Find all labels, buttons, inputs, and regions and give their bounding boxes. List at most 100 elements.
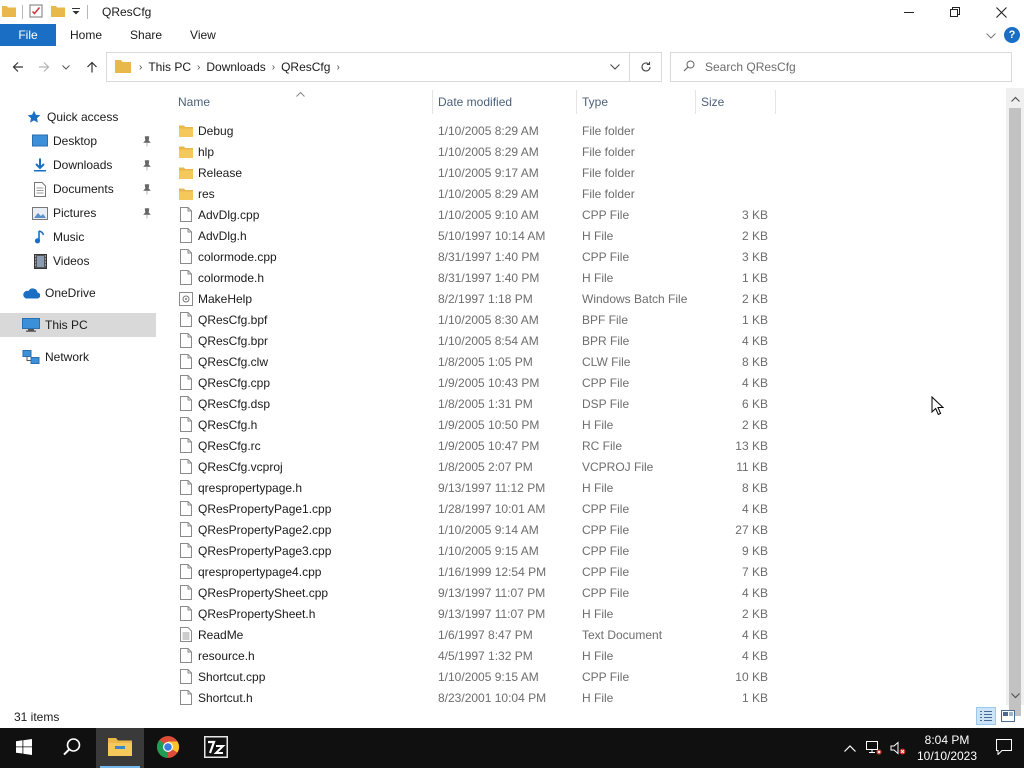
file-row[interactable]: QResCfg.rc 1/9/2005 10:47 PM RC File 13 KB bbox=[160, 435, 1006, 456]
pin-icon[interactable] bbox=[142, 159, 152, 171]
expand-ribbon-icon[interactable] bbox=[986, 28, 996, 42]
sidebar-item-onedrive[interactable]: OneDrive bbox=[0, 281, 156, 305]
scrollbar-thumb[interactable] bbox=[1009, 108, 1021, 716]
close-button[interactable] bbox=[978, 0, 1024, 24]
sidebar-item-this-pc[interactable]: This PC bbox=[0, 313, 156, 337]
7zip-taskbar-button[interactable] bbox=[192, 728, 240, 768]
sidebar-item-network[interactable]: Network bbox=[0, 345, 156, 369]
tab-file[interactable]: File bbox=[0, 24, 56, 46]
sidebar-item-videos[interactable]: Videos bbox=[0, 249, 156, 273]
recent-locations-button[interactable] bbox=[60, 55, 72, 79]
file-row[interactable]: MakeHelp 8/2/1997 1:18 PM Windows Batch Fi… bbox=[160, 288, 1006, 309]
folder-row[interactable]: hlp 1/10/2005 8:29 AM File folder bbox=[160, 141, 1006, 162]
scroll-down-button[interactable] bbox=[1006, 687, 1024, 705]
new-folder-icon[interactable] bbox=[51, 5, 65, 20]
notifications-button[interactable] bbox=[984, 728, 1024, 768]
file-size: 4 KB bbox=[741, 333, 768, 348]
file-row[interactable]: QResCfg.bpf 1/10/2005 8:30 AM BPF File 1 KB bbox=[160, 309, 1006, 330]
file-row[interactable]: QResCfg.h 1/9/2005 10:50 PM H File 2 KB bbox=[160, 414, 1006, 435]
minimize-button[interactable] bbox=[886, 0, 932, 24]
up-button[interactable] bbox=[82, 55, 102, 79]
file-date-modified: 8/23/2001 10:04 PM bbox=[438, 690, 547, 705]
start-button[interactable] bbox=[0, 728, 48, 768]
help-icon[interactable]: ? bbox=[1004, 27, 1020, 43]
file-row[interactable]: QResCfg.bpr 1/10/2005 8:54 AM BPR File 4 KB bbox=[160, 330, 1006, 351]
pin-icon[interactable] bbox=[142, 135, 152, 147]
file-row[interactable]: Shortcut.h 8/23/2001 10:04 PM H File 1 KB bbox=[160, 687, 1006, 705]
chevron-right-icon[interactable]: › bbox=[195, 62, 202, 73]
sidebar-item-documents[interactable]: Documents bbox=[0, 177, 156, 201]
folder-row[interactable]: Release 1/10/2005 9:17 AM File folder bbox=[160, 162, 1006, 183]
search-taskbar-button[interactable] bbox=[48, 728, 96, 768]
column-header-type[interactable]: Type bbox=[576, 88, 696, 116]
file-row[interactable]: QResPropertySheet.cpp 9/13/1997 11:07 PM C… bbox=[160, 582, 1006, 603]
clock[interactable]: 8:04 PM 10/10/2023 bbox=[910, 732, 984, 764]
file-row[interactable]: Shortcut.cpp 1/10/2005 9:15 AM CPP File 10 … bbox=[160, 666, 1006, 687]
file-size: 10 KB bbox=[735, 669, 768, 684]
tab-view[interactable]: View bbox=[176, 24, 230, 46]
sidebar-item-downloads[interactable]: Downloads bbox=[0, 153, 156, 177]
file-row[interactable]: QResPropertySheet.h 9/13/1997 11:07 PM H F… bbox=[160, 603, 1006, 624]
file-row[interactable]: colormode.cpp 8/31/1997 1:40 PM CPP File 3 … bbox=[160, 246, 1006, 267]
customize-toolbar-icon[interactable] bbox=[71, 5, 81, 19]
sidebar-item-label: This PC bbox=[45, 318, 88, 332]
breadcrumb-qrescfg[interactable]: QResCfg bbox=[277, 60, 334, 74]
breadcrumb-downloads[interactable]: Downloads bbox=[202, 60, 269, 74]
file-row[interactable]: colormode.h 8/31/1997 1:40 PM H File 1 KB bbox=[160, 267, 1006, 288]
chrome-taskbar-button[interactable] bbox=[144, 728, 192, 768]
folder-row[interactable]: res 1/10/2005 8:29 AM File folder bbox=[160, 183, 1006, 204]
search-input[interactable] bbox=[705, 60, 985, 74]
forward-button[interactable] bbox=[34, 55, 54, 79]
search-box[interactable] bbox=[670, 52, 1012, 82]
file-date-modified: 1/8/2005 2:07 PM bbox=[438, 459, 533, 474]
network-status-icon[interactable] bbox=[862, 728, 886, 768]
scroll-up-button[interactable] bbox=[1006, 90, 1024, 108]
chevron-right-icon[interactable]: › bbox=[270, 62, 277, 73]
breadcrumb-this-pc[interactable]: This PC bbox=[144, 60, 195, 74]
column-divider[interactable] bbox=[775, 90, 776, 114]
file-size: 8 KB bbox=[741, 480, 768, 495]
file-row[interactable]: resource.h 4/5/1997 1:32 PM H File 4 KB bbox=[160, 645, 1006, 666]
tab-home[interactable]: Home bbox=[56, 24, 116, 46]
address-bar[interactable]: › This PC › Downloads › QResCfg › bbox=[106, 52, 662, 82]
file-row[interactable]: AdvDlg.h 5/10/1997 10:14 AM H File 2 KB bbox=[160, 225, 1006, 246]
vertical-scrollbar[interactable] bbox=[1006, 88, 1024, 716]
file-explorer-taskbar-button[interactable] bbox=[96, 728, 144, 768]
file-row[interactable]: qrespropertypage4.cpp 1/16/1999 12:54 PM C… bbox=[160, 561, 1006, 582]
file-date-modified: 1/10/2005 9:17 AM bbox=[438, 165, 539, 180]
file-date-modified: 1/10/2005 8:30 AM bbox=[438, 312, 539, 327]
file-row[interactable]: qrespropertypage.h 9/13/1997 11:12 PM H Fi… bbox=[160, 477, 1006, 498]
maximize-button[interactable] bbox=[932, 0, 978, 24]
sidebar-item-quick-access[interactable]: Quick access bbox=[0, 105, 156, 129]
file-row[interactable]: ReadMe 1/6/1997 8:47 PM Text Document 4 KB bbox=[160, 624, 1006, 645]
sidebar-item-music[interactable]: Music bbox=[0, 225, 156, 249]
address-history-dropdown[interactable] bbox=[601, 53, 629, 81]
file-row[interactable]: QResCfg.dsp 1/8/2005 1:31 PM DSP File 6 KB bbox=[160, 393, 1006, 414]
file-date-modified: 1/9/2005 10:47 PM bbox=[438, 438, 540, 453]
column-header-date-modified[interactable]: Date modified bbox=[432, 88, 576, 116]
pin-icon[interactable] bbox=[142, 183, 152, 195]
file-row[interactable]: QResPropertyPage2.cpp 1/10/2005 9:14 AM CP… bbox=[160, 519, 1006, 540]
file-row[interactable]: AdvDlg.cpp 1/10/2005 9:10 AM CPP File 3 KB bbox=[160, 204, 1006, 225]
volume-muted-icon[interactable] bbox=[886, 728, 910, 768]
pin-icon[interactable] bbox=[142, 207, 152, 219]
details-view-button[interactable] bbox=[976, 707, 996, 725]
file-row[interactable]: QResCfg.clw 1/8/2005 1:05 PM CLW File 8 KB bbox=[160, 351, 1006, 372]
column-header-size[interactable]: Size bbox=[695, 88, 775, 116]
file-row[interactable]: QResPropertyPage1.cpp 1/28/1997 10:01 AM C… bbox=[160, 498, 1006, 519]
show-hidden-icons-button[interactable] bbox=[838, 728, 862, 768]
back-button[interactable] bbox=[8, 55, 28, 79]
file-row[interactable]: QResPropertyPage3.cpp 1/10/2005 9:15 AM CP… bbox=[160, 540, 1006, 561]
large-icons-view-button[interactable] bbox=[998, 707, 1018, 725]
folder-row[interactable]: Debug 1/10/2005 8:29 AM File folder bbox=[160, 120, 1006, 141]
properties-icon[interactable] bbox=[29, 4, 43, 21]
chevron-right-icon[interactable]: › bbox=[334, 62, 341, 73]
column-header-name[interactable]: Name bbox=[172, 88, 434, 116]
file-row[interactable]: QResCfg.cpp 1/9/2005 10:43 PM CPP File 4 KB bbox=[160, 372, 1006, 393]
file-row[interactable]: QResCfg.vcproj 1/8/2005 2:07 PM VCPROJ Fil… bbox=[160, 456, 1006, 477]
sidebar-item-pictures[interactable]: Pictures bbox=[0, 201, 156, 225]
chevron-right-icon[interactable]: › bbox=[137, 62, 144, 73]
refresh-button[interactable] bbox=[629, 53, 661, 81]
tab-share[interactable]: Share bbox=[116, 24, 176, 46]
sidebar-item-desktop[interactable]: Desktop bbox=[0, 129, 156, 153]
